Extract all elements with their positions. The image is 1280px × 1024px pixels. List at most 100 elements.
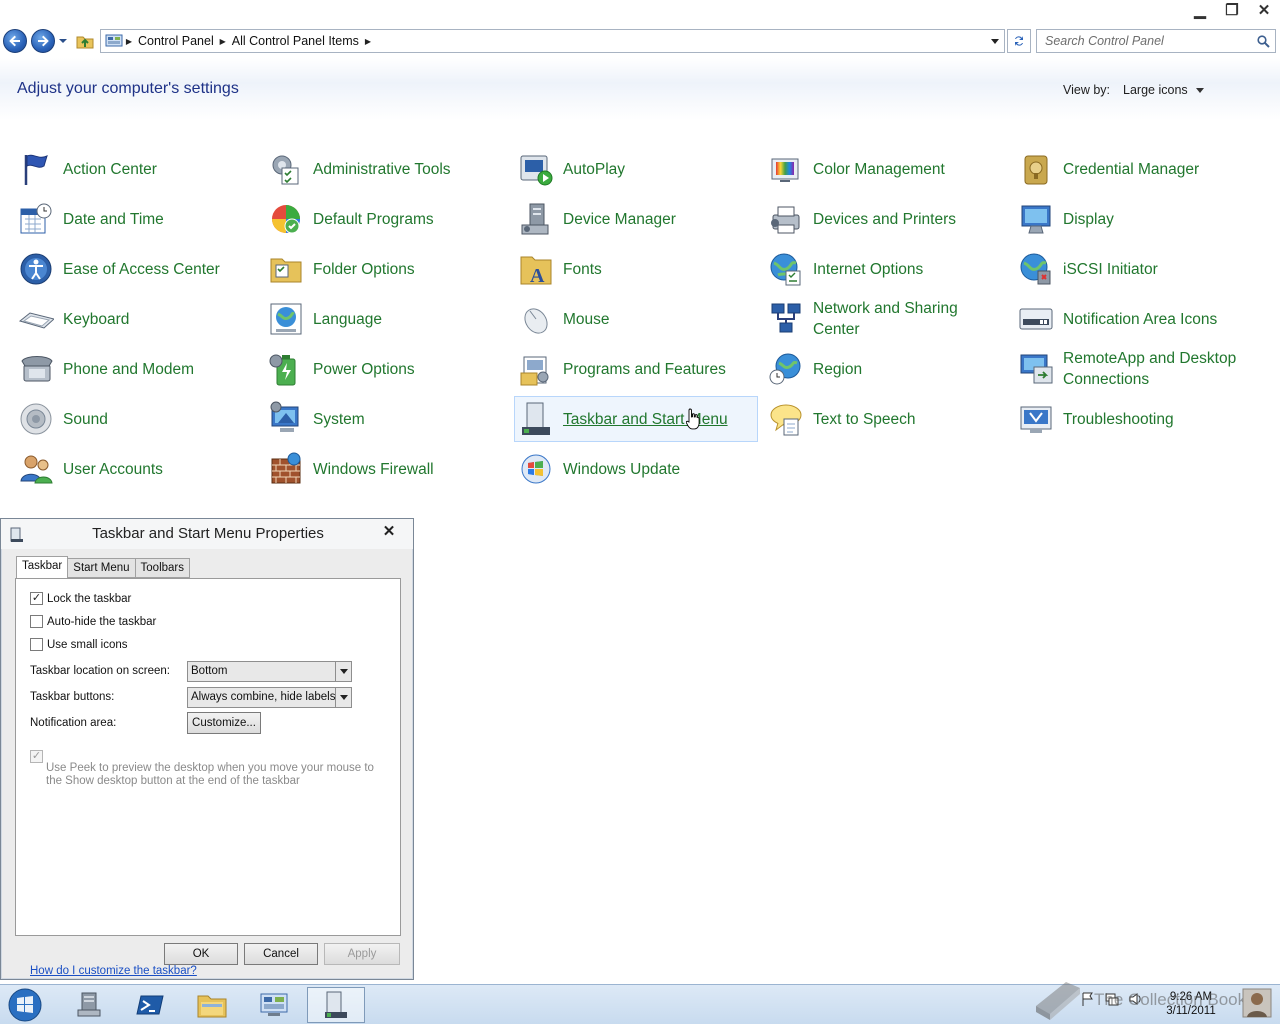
auto-hide-option[interactable]: Auto-hide the taskbar [30,615,156,628]
control-panel-item-label[interactable]: User Accounts [63,459,163,480]
control-panel-item[interactable]: Region [764,346,1008,392]
control-panel-item-label[interactable]: Ease of Access Center [63,259,220,280]
control-panel-item[interactable]: Folder Options [264,246,508,292]
control-panel-item[interactable]: System [264,396,508,442]
taskbar-powershell[interactable] [121,987,179,1023]
address-bar[interactable]: ▶ Control Panel ▶ All Control Panel Item… [100,29,1005,53]
control-panel-item[interactable]: Power Options [264,346,508,392]
control-panel-item-label[interactable]: Internet Options [813,259,923,280]
control-panel-item[interactable]: Credential Manager [1014,146,1258,192]
taskbar-buttons-select[interactable]: Always combine, hide labels [187,687,352,708]
control-panel-item-label[interactable]: Date and Time [63,209,164,230]
taskbar-server-manager[interactable] [60,987,118,1023]
control-panel-item-label[interactable]: Device Manager [563,209,676,230]
control-panel-item-label[interactable]: Display [1063,209,1114,230]
breadcrumb-all-items[interactable]: All Control Panel Items [229,34,362,48]
start-button[interactable] [5,987,45,1023]
control-panel-item[interactable]: Date and Time [14,196,258,242]
auto-hide-checkbox[interactable] [30,615,43,628]
up-folder-icon[interactable] [76,32,94,50]
control-panel-item[interactable]: Device Manager [514,196,758,242]
control-panel-item-label[interactable]: Programs and Features [563,359,726,380]
control-panel-item[interactable]: Notification Area Icons [1014,296,1258,342]
control-panel-item-label[interactable]: Taskbar and Start Menu [563,409,728,430]
back-button[interactable] [3,29,27,53]
search-input[interactable] [1037,30,1247,52]
address-dropdown-icon[interactable] [990,35,1000,47]
action-center-flag-icon[interactable] [1080,991,1096,1007]
control-panel-item-label[interactable]: Region [813,359,862,380]
control-panel-item-label[interactable]: Text to Speech [813,409,916,430]
control-panel-item[interactable]: AutoPlay [514,146,758,192]
tab-taskbar[interactable]: Taskbar [16,556,69,578]
control-panel-item[interactable]: Phone and Modem [14,346,258,392]
breadcrumb-separator-icon[interactable]: ▶ [123,30,135,52]
control-panel-item[interactable]: Ease of Access Center [14,246,258,292]
view-by-selector[interactable]: View by: Large icons [1063,83,1204,97]
control-panel-item-label[interactable]: iSCSI Initiator [1063,259,1158,280]
control-panel-item-label[interactable]: Color Management [813,159,945,180]
control-panel-item[interactable]: Windows Firewall [264,446,508,492]
dialog-close-button[interactable]: ✕ [379,522,399,542]
control-panel-item-label[interactable]: Keyboard [63,309,129,330]
lock-taskbar-option[interactable]: ✓ Lock the taskbar [30,592,131,605]
forward-button[interactable] [31,29,55,53]
location-select[interactable]: Bottom [187,661,352,682]
control-panel-item-label[interactable]: Action Center [63,159,157,180]
control-panel-item[interactable]: Text to Speech [764,396,1008,442]
control-panel-item-label[interactable]: Mouse [563,309,610,330]
control-panel-item[interactable]: iSCSI Initiator [1014,246,1258,292]
control-panel-item[interactable]: Administrative Tools [264,146,508,192]
control-panel-item[interactable]: Default Programs [264,196,508,242]
control-panel-item[interactable]: Action Center [14,146,258,192]
control-panel-item-label[interactable]: Language [313,309,382,330]
control-panel-item[interactable]: Devices and Printers [764,196,1008,242]
restore-button[interactable]: ❐ [1216,0,1248,20]
control-panel-item-label[interactable]: Windows Update [563,459,680,480]
breadcrumb-control-panel[interactable]: Control Panel [135,34,217,48]
control-panel-item-label[interactable]: Troubleshooting [1063,409,1174,430]
control-panel-item-label[interactable]: RemoteApp and Desktop Connections [1063,348,1236,390]
control-panel-item[interactable]: Taskbar and Start Menu [514,396,758,442]
cancel-button[interactable]: Cancel [244,943,318,965]
control-panel-item[interactable]: Color Management [764,146,1008,192]
control-panel-item-label[interactable]: Windows Firewall [313,459,434,480]
control-panel-item-label[interactable]: Power Options [313,359,415,380]
close-button[interactable]: ✕ [1248,0,1280,20]
chevron-down-icon[interactable] [335,688,351,707]
breadcrumb-separator-icon[interactable]: ▶ [362,30,374,52]
control-panel-item[interactable]: Troubleshooting [1014,396,1258,442]
network-icon[interactable] [1104,991,1120,1007]
taskbar-control-panel[interactable] [245,987,303,1023]
control-panel-item[interactable]: Windows Update [514,446,758,492]
control-panel-item[interactable]: Display [1014,196,1258,242]
chevron-down-icon[interactable] [1195,87,1204,93]
control-panel-item-label[interactable]: Folder Options [313,259,415,280]
lock-taskbar-checkbox[interactable]: ✓ [30,592,43,605]
control-panel-item-label[interactable]: Sound [63,409,108,430]
control-panel-item[interactable]: User Accounts [14,446,258,492]
control-panel-item[interactable]: Sound [14,396,258,442]
control-panel-item-label[interactable]: Administrative Tools [313,159,451,180]
volume-icon[interactable] [1128,991,1144,1007]
control-panel-item[interactable]: Internet Options [764,246,1008,292]
control-panel-item[interactable]: A Fonts [514,246,758,292]
refresh-button[interactable] [1007,29,1031,53]
taskbar-properties-window[interactable] [307,987,365,1023]
customize-button[interactable]: Customize... [187,712,261,734]
ok-button[interactable]: OK [164,943,238,965]
control-panel-item-label[interactable]: Network and Sharing Center [813,298,958,340]
control-panel-item-label[interactable]: AutoPlay [563,159,625,180]
search-box[interactable] [1036,29,1276,53]
control-panel-item[interactable]: Mouse [514,296,758,342]
small-icons-checkbox[interactable] [30,638,43,651]
control-panel-item-label[interactable]: Credential Manager [1063,159,1199,180]
control-panel-item-label[interactable]: Phone and Modem [63,359,194,380]
control-panel-item-label[interactable]: Default Programs [313,209,434,230]
control-panel-item[interactable]: Network and Sharing Center [764,296,1008,342]
search-icon[interactable] [1257,35,1270,48]
taskbar-explorer[interactable] [183,987,241,1023]
control-panel-item[interactable]: Language [264,296,508,342]
breadcrumb-separator-icon[interactable]: ▶ [217,30,229,52]
tab-toolbars[interactable]: Toolbars [134,558,190,578]
